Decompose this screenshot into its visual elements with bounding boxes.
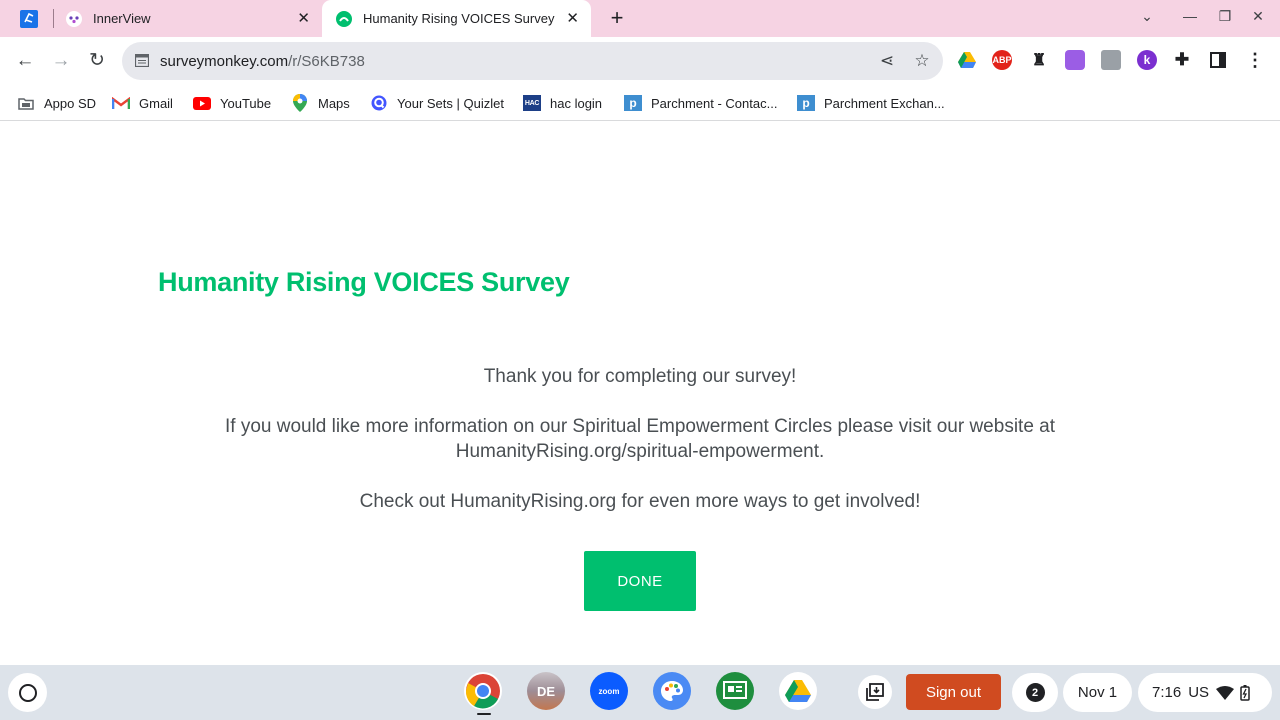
battery-icon bbox=[1240, 684, 1250, 701]
input-locale: US bbox=[1188, 684, 1210, 701]
launcher-button[interactable] bbox=[8, 673, 47, 712]
bookmark-parchment-contact[interactable]: p Parchment - Contac... bbox=[624, 93, 777, 113]
parchment-icon: p bbox=[624, 95, 642, 111]
bookmark-appo-sd[interactable]: Appo SD bbox=[17, 93, 96, 113]
bookmark-quizlet[interactable]: Your Sets | Quizlet bbox=[370, 93, 504, 113]
notification-count: 2 bbox=[1025, 683, 1045, 702]
tab-title: Humanity Rising VOICES Survey bbox=[363, 11, 555, 26]
running-app-indicator bbox=[477, 713, 491, 715]
surveymonkey-favicon-icon bbox=[336, 10, 352, 27]
puzzle-purple-icon[interactable] bbox=[1065, 50, 1085, 70]
google-drive-app-icon[interactable] bbox=[779, 672, 817, 710]
url-domain: surveymonkey.com bbox=[160, 53, 289, 70]
bookmark-hac-login[interactable]: HAC hac login bbox=[523, 93, 602, 113]
close-tab-icon[interactable]: ✕ bbox=[297, 11, 310, 26]
extensions-puzzle-icon[interactable]: ✚ bbox=[1172, 50, 1192, 70]
done-button[interactable]: DONE bbox=[584, 551, 696, 611]
bookmark-label: Maps bbox=[318, 95, 350, 111]
sign-out-button[interactable]: Sign out bbox=[906, 674, 1001, 710]
folder-icon bbox=[17, 95, 35, 111]
pinned-tab[interactable] bbox=[14, 6, 44, 32]
youtube-icon bbox=[193, 95, 211, 111]
toolbar: ← → ↻ surveymonkey.com/r/S6KB738 ⋖ ☆ ABP… bbox=[0, 37, 1280, 85]
thank-you-message: Thank you for completing our survey! bbox=[483, 366, 797, 387]
bookmark-label: Appo SD bbox=[44, 95, 97, 111]
back-icon[interactable]: ← bbox=[12, 48, 38, 74]
shelf: DE zoom Sign out 2 Nov 1 7:16 US bbox=[0, 665, 1280, 720]
bookmark-gmail[interactable]: Gmail bbox=[112, 93, 173, 113]
bookmark-label: Parchment - Contac... bbox=[651, 95, 778, 111]
date-pill[interactable]: Nov 1 bbox=[1063, 673, 1132, 712]
bookmark-youtube[interactable]: YouTube bbox=[193, 93, 271, 113]
innerview-favicon-icon bbox=[66, 10, 82, 27]
maps-icon bbox=[291, 94, 309, 112]
info-message-line2: HumanityRising.org/spiritual-empowerment… bbox=[455, 441, 825, 462]
tab-strip: InnerView ✕ Humanity Rising VOICES Surve… bbox=[0, 0, 1280, 37]
side-panel-icon[interactable] bbox=[1208, 50, 1228, 70]
url-path: /r/S6KB738 bbox=[288, 53, 365, 70]
google-drive-icon[interactable] bbox=[957, 50, 977, 70]
chrome-icon[interactable] bbox=[464, 672, 502, 710]
notification-pill[interactable]: 2 bbox=[1012, 673, 1058, 712]
share-icon[interactable]: ⋖ bbox=[877, 51, 897, 71]
info-message-line1: If you would like more information on ou… bbox=[224, 416, 1056, 437]
bookmark-label: Your Sets | Quizlet bbox=[397, 95, 504, 111]
k-extension-icon[interactable]: k bbox=[1137, 50, 1157, 70]
stack-icon[interactable] bbox=[1101, 50, 1121, 70]
site-info-icon[interactable] bbox=[135, 54, 149, 67]
bookmark-label: Gmail bbox=[139, 95, 173, 111]
launcher-circle-icon bbox=[18, 683, 37, 702]
close-tab-icon[interactable]: ✕ bbox=[566, 11, 579, 26]
page-content: Humanity Rising VOICES Survey Thank you … bbox=[0, 122, 1280, 665]
bookmark-maps[interactable]: Maps bbox=[291, 93, 350, 113]
clock-time: 7:16 bbox=[1152, 684, 1182, 701]
canvas-palette-icon[interactable] bbox=[653, 672, 691, 710]
address-bar[interactable]: surveymonkey.com/r/S6KB738 ⋖ ☆ bbox=[122, 42, 943, 80]
hac-icon: HAC bbox=[523, 95, 541, 111]
bookmark-parchment-exchange[interactable]: p Parchment Exchan... bbox=[797, 93, 945, 113]
status-tray[interactable]: 7:16 US bbox=[1138, 673, 1272, 712]
url-text: surveymonkey.com/r/S6KB738 bbox=[160, 53, 365, 70]
bookmark-star-icon[interactable]: ☆ bbox=[912, 51, 932, 71]
tote-icon[interactable] bbox=[858, 675, 892, 709]
zoom-icon[interactable]: zoom bbox=[590, 672, 628, 710]
ghost-icon[interactable]: ♜ bbox=[1029, 50, 1049, 70]
tab-search-chevron-icon[interactable]: ⌄ bbox=[1136, 8, 1158, 25]
reload-icon[interactable]: ↻ bbox=[84, 48, 110, 74]
minimize-icon[interactable]: — bbox=[1179, 8, 1201, 24]
checkout-message: Check out HumanityRising.org for even mo… bbox=[359, 491, 921, 512]
pinned-app-icon bbox=[20, 10, 38, 28]
bookmark-label: Parchment Exchan... bbox=[824, 95, 945, 111]
restore-icon[interactable]: ❐ bbox=[1214, 8, 1236, 25]
survey-title: Humanity Rising VOICES Survey bbox=[158, 267, 570, 297]
classroom-icon[interactable] bbox=[716, 672, 754, 710]
bookmark-label: YouTube bbox=[220, 95, 272, 111]
window-close-icon[interactable]: ✕ bbox=[1247, 8, 1269, 25]
parchment-icon: p bbox=[797, 95, 815, 111]
new-tab-button[interactable]: + bbox=[606, 6, 628, 30]
tab-separator bbox=[53, 9, 54, 28]
tab-innerview[interactable]: InnerView ✕ bbox=[58, 0, 322, 37]
tab-title: InnerView bbox=[93, 11, 151, 26]
gmail-icon bbox=[112, 95, 130, 111]
forward-icon[interactable]: → bbox=[48, 48, 74, 74]
wifi-icon bbox=[1216, 685, 1235, 700]
quizlet-icon bbox=[370, 95, 388, 111]
menu-kebab-icon[interactable]: ⋮ bbox=[1245, 50, 1265, 70]
photo-app-icon[interactable]: DE bbox=[527, 672, 565, 710]
tab-survey[interactable]: Humanity Rising VOICES Survey ✕ bbox=[322, 0, 591, 37]
adblock-plus-icon[interactable]: ABP bbox=[992, 50, 1012, 70]
bookmarks-bar: Appo SD Gmail YouTube Maps Your Sets | Q… bbox=[0, 85, 1280, 121]
bookmark-label: hac login bbox=[550, 95, 603, 111]
